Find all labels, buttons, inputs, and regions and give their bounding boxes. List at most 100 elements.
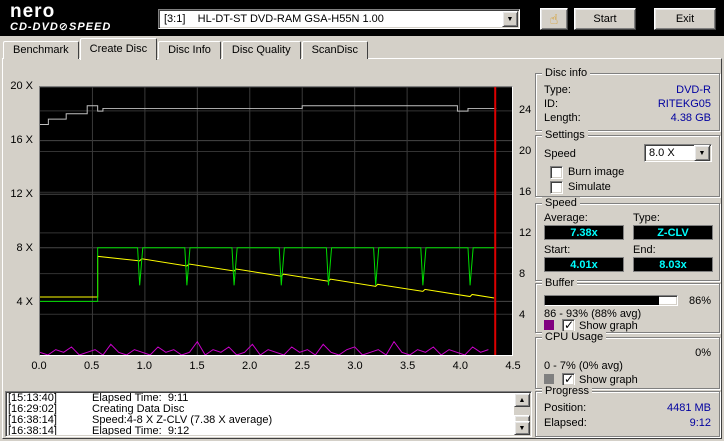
x-axis-tick-label: 1.5 — [189, 360, 205, 372]
average-label: Average: — [544, 212, 588, 224]
progress-group: Progress Position: 4481 MB Elapsed: 9:12 — [535, 385, 720, 437]
x-axis-tick-label: 4.0 — [452, 360, 468, 372]
buffer-group: Buffer 86% 86 - 93% (88% avg) Show graph — [535, 277, 720, 333]
start-speed-value: 4.01x — [544, 257, 624, 272]
x-axis-tick-label: 4.5 — [505, 360, 521, 372]
burn-image-checkbox[interactable] — [550, 166, 563, 179]
group-title: Progress — [542, 385, 593, 397]
exit-button[interactable]: Exit — [654, 8, 716, 30]
cpu-usage-line — [40, 340, 489, 355]
x-axis-tick-label: 3.5 — [400, 360, 416, 372]
create-disc-chart — [39, 86, 513, 356]
chart-canvas — [40, 87, 512, 355]
tab-benchmark[interactable]: Benchmark — [3, 41, 79, 59]
write-speed-line — [40, 247, 495, 302]
disc-type-value: DVD-R — [676, 84, 711, 96]
right-axis-tick-label: 16 — [519, 186, 532, 198]
start-speed-label: Start: — [544, 244, 571, 256]
x-axis-tick-label: 0.5 — [84, 360, 100, 372]
right-axis-tick-label: 4 — [519, 309, 526, 321]
drive-combo-value: [3:1] HL-DT-ST DVD-RAM GSA-H55N 1.00 — [164, 13, 384, 25]
buffer-percent-value: 86% — [688, 295, 711, 307]
disc-info-group: Disc info Type: DVD-R ID: RITEKG05 Length:… — [535, 67, 720, 131]
position-value: 4481 MB — [666, 402, 711, 414]
disc-type-label: Type: — [544, 84, 571, 96]
cpu-color-swatch — [544, 374, 554, 384]
log-scrollbar[interactable]: ▲ ▼ — [514, 393, 530, 435]
speed-type-value: Z-CLV — [633, 225, 713, 240]
y-axis-tick-label: 20 X — [10, 80, 33, 92]
rotation-speed-line — [40, 255, 495, 299]
start-button[interactable]: Start — [574, 8, 636, 30]
disc-id-label: ID: — [544, 98, 559, 110]
log-line: [15:13:40] Elapsed Time: 9:11 — [8, 393, 189, 404]
left-axis: 20 X 16 X 12 X 8 X 4 X — [3, 80, 36, 356]
right-axis-tick-label: 20 — [519, 145, 532, 157]
drive-select-combobox[interactable]: [3:1] HL-DT-ST DVD-RAM GSA-H55N 1.00 ▼ — [158, 9, 520, 29]
simulate-checkbox[interactable] — [550, 181, 563, 194]
position-label: Position: — [544, 402, 587, 414]
tab-disc-quality[interactable]: Disc Quality — [221, 41, 301, 59]
group-title: Disc info — [542, 67, 591, 79]
type-label: Type: — [633, 212, 660, 224]
log-line: [16:38:14] Speed:4-8 X Z-CLV (7.38 X aver… — [8, 414, 273, 426]
x-axis-tick-label: 2.0 — [242, 360, 258, 372]
tab-bar: Benchmark Create Disc Disc Info Disc Qua… — [3, 37, 369, 60]
hand-icon-button[interactable]: ☝ — [540, 8, 568, 30]
create-disc-page: 20 X 16 X 12 X 8 X 4 X 24 20 16 12 8 4 0.0 0.5 1.0 1… — [2, 58, 722, 439]
group-title: CPU Usage — [542, 331, 607, 343]
speed-select-combobox[interactable]: 8.0 X ▼ — [644, 144, 712, 162]
cpu-percent-value: 0% — [695, 347, 711, 359]
group-title: Speed — [542, 197, 580, 209]
disc-id-value: RITEKG05 — [657, 98, 711, 110]
scroll-down-icon[interactable]: ▼ — [514, 421, 530, 435]
elapsed-label: Elapsed: — [544, 417, 587, 429]
x-axis-tick-label: 1.0 — [136, 360, 152, 372]
x-axis-tick-label: 0.0 — [31, 360, 47, 372]
burn-image-label: Burn image — [568, 166, 625, 178]
hand-icon: ☝ — [549, 11, 559, 27]
end-speed-label: End: — [633, 244, 656, 256]
end-speed-value: 8.03x — [633, 257, 713, 272]
log-line: [16:38:14] Elapsed Time: 9:12 — [8, 425, 190, 436]
buffer-bar-fill — [545, 296, 659, 305]
disc-length-label: Length: — [544, 112, 581, 124]
y-axis-tick-label: 8 X — [16, 242, 33, 254]
group-title: Buffer — [542, 277, 578, 289]
x-axis-tick-label: 2.5 — [294, 360, 310, 372]
disc-icon: ⊘ — [58, 21, 69, 33]
group-title: Settings — [542, 129, 588, 141]
right-axis-tick-label: 8 — [519, 268, 526, 280]
event-log: [15:13:40] Elapsed Time: 9:11 [16:29:02] C… — [5, 391, 532, 437]
cpu-range-text: 0 - 7% (0% avg) — [544, 360, 623, 372]
y-axis-tick-label: 4 X — [16, 296, 33, 308]
cpu-usage-group: CPU Usage 0% 0 - 7% (0% avg) Show graph — [535, 331, 720, 389]
event-log-lines: [15:13:40] Elapsed Time: 9:11 [16:29:02] C… — [8, 393, 513, 435]
chevron-down-icon[interactable]: ▼ — [694, 145, 710, 161]
tab-scandisc[interactable]: ScanDisc — [301, 41, 369, 59]
title-bar: nero CD-DVD⊘SPEED [3:1] HL-DT-ST DVD-RAM… — [0, 0, 724, 36]
speed-group: Speed Average: Type: 7.38x Z-CLV Start: … — [535, 197, 720, 281]
x-axis-tick-label: 3.0 — [347, 360, 363, 372]
simulate-label: Simulate — [568, 181, 611, 193]
scroll-up-icon[interactable]: ▲ — [514, 393, 530, 407]
disc-length-value: 4.38 GB — [670, 112, 711, 124]
buffer-range-text: 86 - 93% (88% avg) — [544, 308, 642, 320]
average-speed-value: 7.38x — [544, 225, 624, 240]
buffer-level-line — [40, 105, 497, 126]
y-axis-tick-label: 16 X — [10, 134, 33, 146]
tab-disc-info[interactable]: Disc Info — [158, 41, 221, 59]
x-axis: 0.0 0.5 1.0 1.5 2.0 2.5 3.0 3.5 4.0 4.5 — [31, 360, 520, 373]
buffer-level-bar — [544, 295, 678, 306]
nero-logo: nero CD-DVD⊘SPEED — [10, 1, 111, 33]
speed-combo-value: 8.0 X — [649, 147, 675, 159]
right-axis-tick-label: 24 — [519, 104, 532, 116]
nero-product-text: CD-DVD⊘SPEED — [10, 21, 112, 33]
settings-group: Settings Speed 8.0 X ▼ Burn image Simula… — [535, 129, 720, 197]
elapsed-value: 9:12 — [689, 417, 711, 429]
tab-create-disc[interactable]: Create Disc — [79, 38, 158, 60]
speed-setting-label: Speed — [544, 148, 576, 160]
chevron-down-icon[interactable]: ▼ — [502, 11, 518, 27]
nero-cd-dvd-speed-window: nero CD-DVD⊘SPEED [3:1] HL-DT-ST DVD-RAM… — [0, 0, 724, 441]
buffer-color-swatch — [544, 320, 554, 330]
